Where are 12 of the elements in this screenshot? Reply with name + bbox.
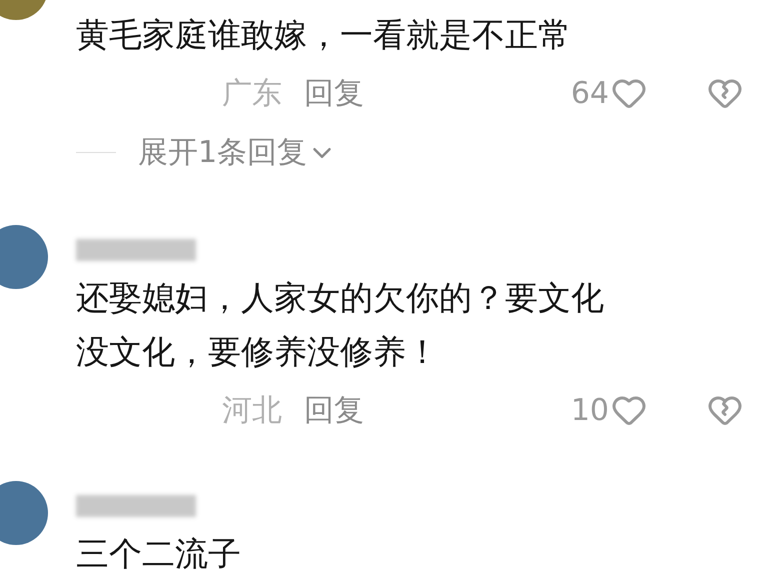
reply-button[interactable]: 回复: [304, 388, 364, 432]
avatar-photo[interactable]: [0, 481, 48, 545]
comment-text: 三个二流子: [76, 533, 242, 575]
comment-text: 还娶媳妇，人家女的欠你的？要文化 没文化，要修养没修养！: [76, 277, 605, 373]
location-label: 河北: [222, 392, 282, 430]
location-label: 广东: [222, 74, 282, 112]
expand-replies-button[interactable]: 展开1条回复: [138, 130, 338, 175]
like-count: 64: [570, 74, 609, 112]
reply-button[interactable]: 回复: [304, 70, 364, 116]
comment-text: 黄毛家庭谁敢嫁，一看就是不正常: [76, 14, 572, 56]
avatar-photo[interactable]: [0, 225, 48, 289]
like-count: 10: [570, 392, 609, 430]
